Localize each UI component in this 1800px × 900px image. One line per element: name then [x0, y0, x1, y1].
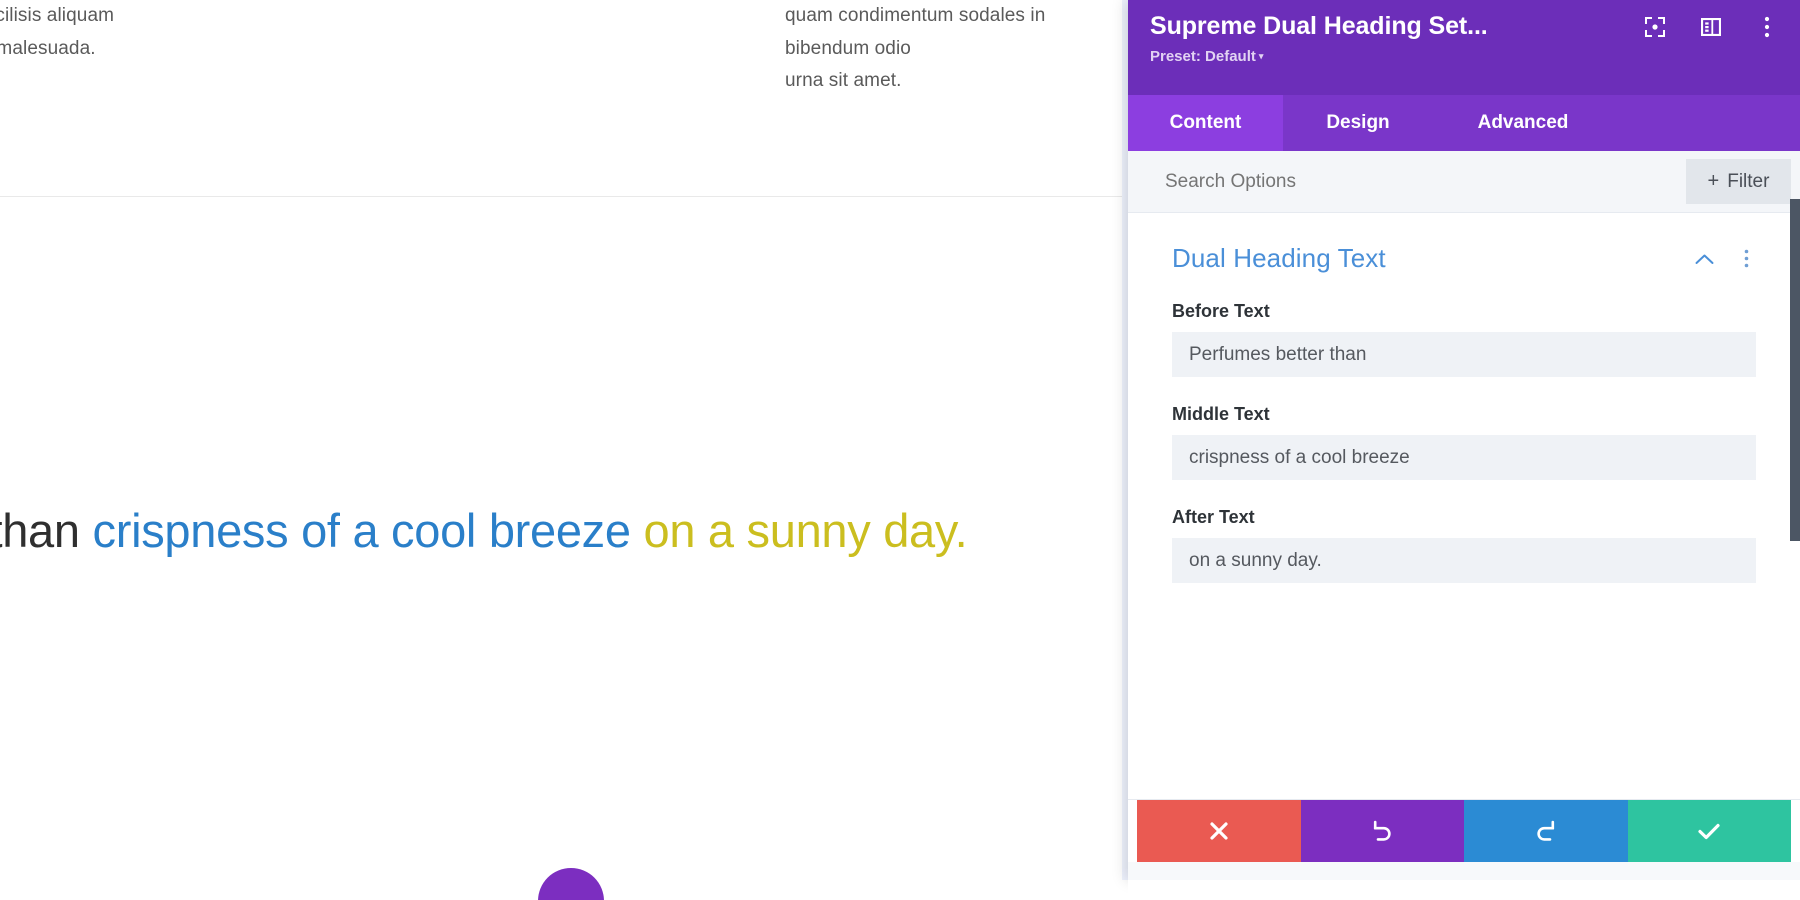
more-vertical-icon[interactable]	[1756, 16, 1778, 38]
panel-header-row: Supreme Dual Heading Set...	[1150, 12, 1778, 41]
redo-icon	[1534, 819, 1558, 843]
redo-button[interactable]	[1464, 800, 1628, 862]
focus-icon[interactable]	[1644, 16, 1666, 38]
middle-text-input[interactable]	[1172, 435, 1756, 480]
tab-advanced[interactable]: Advanced	[1433, 95, 1613, 151]
cancel-button[interactable]	[1137, 800, 1301, 862]
section-header-dual-heading-text[interactable]: Dual Heading Text	[1128, 213, 1800, 274]
section-more-vertical-icon[interactable]	[1736, 249, 1756, 269]
field-label-after-text: After Text	[1172, 507, 1255, 527]
panel-bottom-strip	[1128, 880, 1800, 900]
before-text-input[interactable]	[1172, 332, 1756, 377]
chevron-up-icon[interactable]	[1694, 249, 1714, 269]
field-label-middle-text: Middle Text	[1172, 404, 1270, 424]
section-title: Dual Heading Text	[1172, 243, 1386, 273]
filter-button-label: Filter	[1727, 170, 1770, 192]
chevron-down-icon: ▾	[1258, 51, 1264, 61]
page-preview: is facilisis aliquam s et malesuada. qua…	[0, 0, 1130, 900]
preview-column-left: is facilisis aliquam s et malesuada.	[0, 0, 380, 98]
add-module-button[interactable]	[538, 868, 604, 900]
panel-body: Dual Heading Text Before Text Perfumes b…	[1128, 213, 1800, 800]
section-actions	[1694, 249, 1756, 269]
preview-text-columns: is facilisis aliquam s et malesuada. qua…	[0, 0, 1130, 98]
field-after-text: After Text	[1172, 507, 1756, 583]
field-before-text: Before Text	[1172, 301, 1756, 377]
preview-heading-before: tter than	[0, 504, 80, 557]
preview-heading-middle: crispness of a cool breeze	[92, 504, 632, 557]
field-middle-text: Middle Text	[1172, 404, 1756, 480]
check-icon	[1697, 821, 1721, 841]
panel-search-row: + Filter	[1128, 151, 1800, 213]
preview-heading-after: on a sunny day.	[643, 504, 968, 557]
screen-root: is facilisis aliquam s et malesuada. qua…	[0, 0, 1800, 900]
preset-selector[interactable]: Preset: Default ▾	[1150, 48, 1263, 65]
panel-scrollbar-track[interactable]	[1790, 0, 1800, 880]
plus-icon: +	[1707, 170, 1720, 192]
module-settings-panel: Supreme Dual Heading Set... Preset: Defa…	[1128, 0, 1800, 880]
field-label-before-text: Before Text	[1172, 301, 1270, 321]
search-input[interactable]	[1165, 170, 1686, 193]
after-text-input[interactable]	[1172, 538, 1756, 583]
dual-heading-field-group: Before Text Middle Text After Text	[1128, 301, 1800, 583]
panel-title: Supreme Dual Heading Set...	[1150, 12, 1488, 40]
undo-icon	[1370, 819, 1394, 843]
preview-column-left-line-1: is facilisis aliquam	[0, 5, 115, 26]
preview-column-left-line-2: s et malesuada.	[0, 37, 96, 59]
panel-header-icons	[1630, 16, 1778, 38]
undo-button[interactable]	[1300, 800, 1464, 862]
preview-column-right-line-2: urna sit amet.	[785, 70, 902, 92]
panel-header: Supreme Dual Heading Set... Preset: Defa…	[1128, 0, 1800, 95]
panel-footer-padding	[1128, 862, 1800, 880]
tab-content[interactable]: Content	[1128, 95, 1283, 151]
panel-tabs: Content Design Advanced	[1128, 95, 1800, 151]
preview-section-divider	[0, 196, 1130, 197]
panel-scrollbar-thumb[interactable]	[1790, 199, 1800, 541]
panel-body-bottom-rule	[1128, 799, 1800, 800]
tab-design[interactable]: Design	[1283, 95, 1433, 151]
close-icon	[1208, 820, 1230, 842]
preview-column-right: quam condimentum sodales in bibendum odi…	[380, 0, 1080, 98]
preset-label: Preset: Default	[1150, 48, 1256, 65]
filter-button[interactable]: + Filter	[1686, 159, 1791, 204]
layout-panel-icon[interactable]	[1700, 16, 1722, 38]
save-button[interactable]	[1627, 800, 1791, 862]
preview-column-right-line-1: quam condimentum sodales in bibendum odi…	[785, 5, 1046, 59]
preview-dual-heading: tter than crispness of a cool breeze on …	[0, 502, 1040, 561]
panel-footer	[1137, 800, 1791, 862]
